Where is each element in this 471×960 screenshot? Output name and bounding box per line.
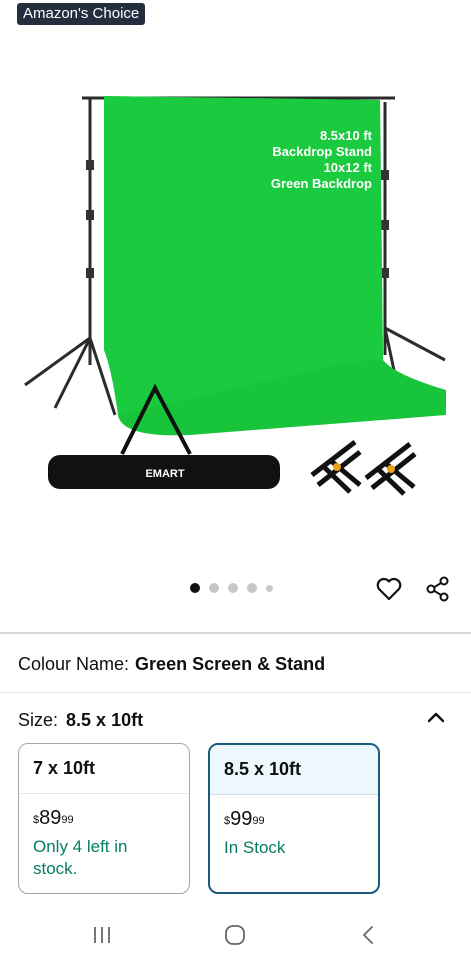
overlay-line-3: 10x12 ft — [324, 160, 373, 175]
size-option-title: 7 x 10ft — [19, 744, 189, 794]
back-icon[interactable] — [358, 924, 378, 946]
carousel-dot[interactable] — [228, 583, 238, 593]
home-icon[interactable] — [224, 924, 246, 946]
overlay-line-2: Backdrop Stand — [272, 144, 372, 159]
stock-status: In Stock — [224, 838, 286, 857]
colour-selection: Colour Name: Green Screen & Stand — [18, 654, 325, 675]
bag-brand-label: EMART — [145, 468, 184, 480]
amazons-choice-badge: Amazon's Choice — [17, 3, 146, 25]
product-image[interactable]: 8.5x10 ft Backdrop Stand 10x12 ft Green … — [0, 30, 471, 550]
overlay-line-4: Green Backdrop — [271, 176, 372, 191]
size-option-price: $9999 — [224, 808, 265, 830]
carousel-dot[interactable] — [247, 583, 257, 593]
colour-label: Colour Name: — [18, 654, 130, 674]
overlay-line-1: 8.5x10 ft — [320, 128, 373, 143]
size-label: Size: — [18, 710, 59, 730]
carousel-dot[interactable] — [266, 584, 273, 592]
section-divider — [0, 692, 471, 693]
carousel-dot[interactable] — [209, 583, 219, 593]
size-option-title: 8.5 x 10ft — [210, 745, 378, 795]
recent-apps-icon[interactable] — [92, 925, 112, 945]
system-navigation-bar — [0, 905, 471, 960]
carousel-indicator[interactable] — [190, 583, 273, 593]
size-option-price: $8999 — [33, 807, 74, 829]
heart-icon[interactable] — [375, 575, 403, 603]
chevron-up-icon[interactable] — [425, 706, 447, 728]
carousel-dot[interactable] — [190, 583, 200, 593]
size-selection[interactable]: Size: 8.5 x 10ft — [18, 710, 143, 731]
size-option-8-5x10[interactable]: 8.5 x 10ft $9999 In Stock — [208, 743, 380, 894]
stock-status: Only 4 left in stock. — [33, 837, 128, 878]
size-value: 8.5 x 10ft — [66, 710, 144, 730]
section-divider — [0, 632, 471, 634]
size-option-7x10[interactable]: 7 x 10ft $8999 Only 4 left in stock. — [18, 743, 190, 894]
colour-value: Green Screen & Stand — [135, 654, 326, 674]
share-icon[interactable] — [424, 575, 452, 603]
spring-clamps — [310, 440, 417, 496]
